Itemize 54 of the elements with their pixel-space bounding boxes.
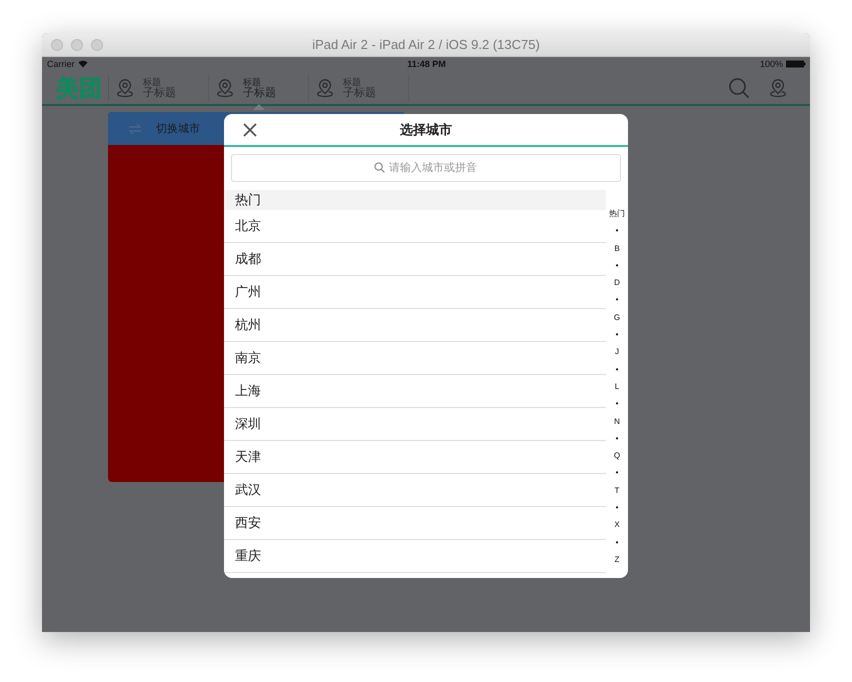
- zoom-window-button[interactable]: [91, 38, 103, 50]
- wifi-icon: [78, 60, 88, 68]
- app-logo: 美团: [56, 74, 109, 100]
- city-item[interactable]: 西安: [224, 507, 606, 540]
- index-letter[interactable]: B: [614, 240, 620, 257]
- index-letter[interactable]: J: [615, 343, 619, 361]
- index-letter[interactable]: •: [616, 222, 618, 240]
- city-item[interactable]: 天津: [224, 441, 606, 474]
- index-letter[interactable]: •: [616, 326, 618, 344]
- status-time: 11:48 PM: [407, 59, 446, 69]
- city-item[interactable]: 重庆: [224, 540, 606, 573]
- index-letter[interactable]: •: [616, 256, 618, 274]
- index-letter[interactable]: T: [614, 482, 620, 500]
- city-item[interactable]: 广州: [224, 276, 606, 309]
- search-field[interactable]: 请输入城市或拼音: [231, 154, 621, 182]
- index-letter[interactable]: X: [614, 516, 620, 534]
- index-letter[interactable]: 热门: [609, 205, 625, 222]
- swap-icon: [128, 122, 142, 134]
- index-letter[interactable]: •: [616, 534, 618, 551]
- index-letter[interactable]: Z: [614, 550, 620, 568]
- index-letter[interactable]: G: [614, 308, 620, 326]
- index-letter[interactable]: •: [616, 464, 618, 482]
- window-title: iPad Air 2 - iPad Air 2 / iOS 9.2 (13C75): [312, 37, 540, 52]
- search-icon: [374, 162, 385, 173]
- city-item[interactable]: 成都: [224, 243, 606, 276]
- popover-title: 切换城市: [156, 122, 200, 136]
- battery-icon: [786, 60, 806, 68]
- minimize-window-button[interactable]: [71, 38, 83, 50]
- city-item[interactable]: 北京: [224, 210, 606, 243]
- index-letter[interactable]: •: [616, 360, 618, 378]
- index-letter[interactable]: D: [614, 274, 620, 292]
- battery-percent: 100%: [760, 59, 783, 69]
- city-item[interactable]: 深圳: [224, 408, 606, 441]
- index-letter[interactable]: •: [616, 291, 618, 309]
- index-letter[interactable]: N: [614, 412, 620, 430]
- city-item[interactable]: 武汉: [224, 474, 606, 507]
- index-letter[interactable]: Q: [614, 447, 620, 464]
- carrier-label: Carrier: [47, 59, 75, 69]
- city-item[interactable]: 杭州: [224, 309, 606, 342]
- index-letter[interactable]: •: [616, 430, 618, 448]
- close-window-button[interactable]: [51, 38, 63, 50]
- index-letter[interactable]: L: [614, 378, 620, 396]
- location-pin-icon: [315, 78, 335, 98]
- city-item[interactable]: 南京: [224, 342, 606, 375]
- index-letter[interactable]: •: [616, 395, 618, 413]
- location-pin-icon: [115, 78, 135, 98]
- location-pin-icon: [215, 78, 235, 98]
- city-item[interactable]: 上海: [224, 375, 606, 408]
- location-pin-icon: [768, 78, 788, 98]
- dialog-title: 选择城市: [400, 120, 452, 138]
- index-letter[interactable]: •: [616, 499, 618, 516]
- close-icon[interactable]: [243, 123, 257, 137]
- section-header: 热门: [224, 190, 606, 210]
- search-icon[interactable]: [728, 76, 750, 98]
